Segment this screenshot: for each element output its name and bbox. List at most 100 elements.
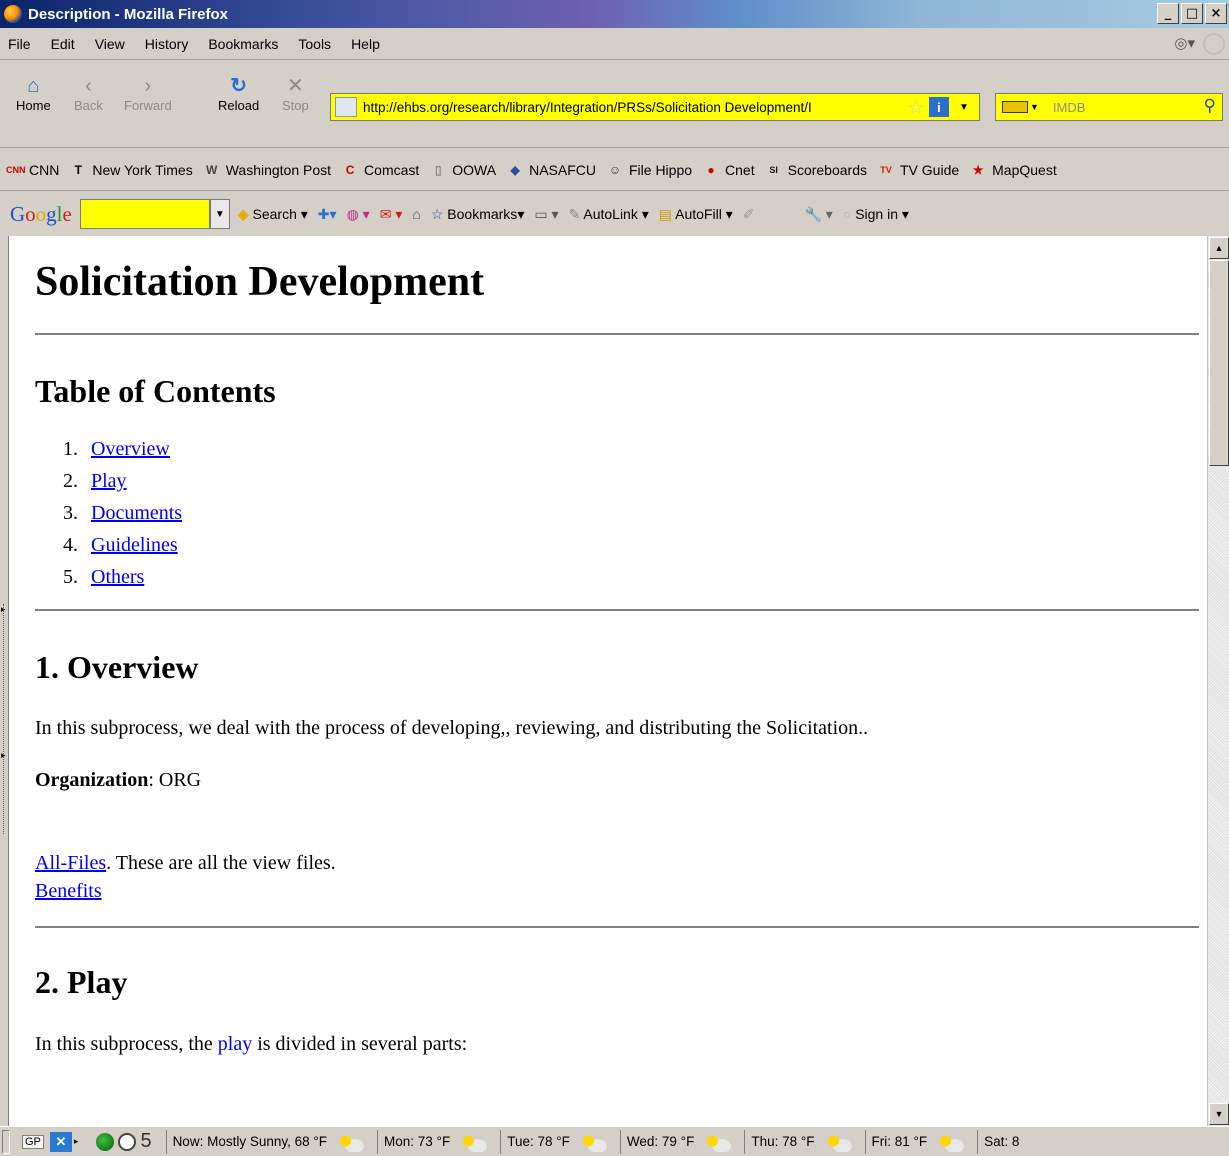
weather-forecast-item[interactable]: Mon: 73 °F xyxy=(377,1129,494,1154)
toc-link-guidelines[interactable]: Guidelines xyxy=(91,534,178,556)
forward-button[interactable]: › Forward xyxy=(124,76,172,113)
maximize-button[interactable]: □ xyxy=(1181,3,1203,24)
bookmark-item[interactable]: ◆ NASAFCU xyxy=(506,161,596,179)
vertical-scrollbar[interactable]: ▲ ▼ xyxy=(1207,236,1229,1126)
pagerank-icon[interactable]: ⌂ xyxy=(412,206,420,222)
menu-help[interactable]: Help xyxy=(351,36,380,52)
partly-sunny-icon xyxy=(822,1131,853,1152)
status-count[interactable]: 5 xyxy=(140,1130,151,1153)
page-viewport: Solicitation Development Table of Conten… xyxy=(8,236,1207,1126)
weather-text: Mon: 73 °F xyxy=(384,1134,451,1149)
engine-dropdown-icon[interactable]: ▼ xyxy=(1030,102,1039,112)
partly-sunny-icon xyxy=(935,1131,966,1152)
close-button[interactable]: × xyxy=(1205,3,1227,24)
gmail-icon[interactable]: ✉ ▾ xyxy=(380,206,403,223)
scroll-up-button[interactable]: ▲ xyxy=(1209,237,1229,259)
url-text[interactable]: http://ehbs.org/research/library/Integra… xyxy=(363,100,903,115)
sidewiki-icon[interactable]: ▭ ▾ xyxy=(534,206,558,223)
menu-bookmarks[interactable]: Bookmarks xyxy=(208,36,278,52)
minimize-button[interactable]: _ xyxy=(1157,3,1179,24)
scroll-thumb[interactable] xyxy=(1209,260,1229,466)
sign-in-button[interactable]: ○ Sign in ▾ xyxy=(843,206,909,223)
autofill-button[interactable]: ▤ AutoFill ▾ xyxy=(659,206,733,223)
autolink-button[interactable]: ✎ AutoLink ▾ xyxy=(569,206,649,223)
bookmark-item[interactable]: C Comcast xyxy=(341,161,420,179)
autolink-label: AutoLink xyxy=(583,205,638,222)
menu-history[interactable]: History xyxy=(145,36,189,52)
cnet-icon: ● xyxy=(707,162,715,177)
bookmark-label: OOWA xyxy=(452,161,497,178)
bookmark-item[interactable]: ● Cnet xyxy=(702,161,754,179)
menu-file[interactable]: File xyxy=(8,36,31,52)
bookmark-item[interactable]: CNN CNN xyxy=(6,161,59,179)
bookmark-item[interactable]: T New York Times xyxy=(69,161,193,179)
highlighter-icon[interactable]: ✐ xyxy=(743,206,755,223)
bookmark-label: New York Times xyxy=(92,161,193,178)
overview-heading: 1. Overview xyxy=(35,649,199,685)
all-files-link[interactable]: All-Files xyxy=(35,852,106,874)
address-bar[interactable]: http://ehbs.org/research/library/Integra… xyxy=(330,93,980,121)
search-icon[interactable]: ⚲ xyxy=(1204,96,1216,116)
reload-label: Reload xyxy=(218,98,260,113)
weather-forecast-item[interactable]: Thu: 78 °F xyxy=(744,1129,858,1154)
add-button-icon[interactable]: ✚▾ xyxy=(318,206,337,223)
back-button[interactable]: ‹ Back xyxy=(74,76,103,113)
xmarks-dropdown-icon[interactable]: ▸ xyxy=(74,1136,79,1147)
search-box[interactable]: ▼ IMDB ⚲ xyxy=(995,93,1223,121)
weather-text: Thu: 78 °F xyxy=(751,1134,815,1149)
google-toolbar: Google ▼ ◈ Search ▾ ✚▾ ◍ ▾ ✉ ▾ ⌂ ☆ Bookm… xyxy=(0,192,1229,236)
popup-blocker-icon[interactable]: ◍ ▾ xyxy=(347,206,370,223)
weather-forecast-item[interactable]: Tue: 78 °F xyxy=(500,1129,614,1154)
bookmark-item[interactable]: TV TV Guide xyxy=(877,161,959,179)
scroll-down-button[interactable]: ▼ xyxy=(1209,1103,1229,1125)
gp-icon[interactable]: GP xyxy=(22,1134,44,1149)
partly-sunny-icon xyxy=(458,1131,489,1152)
site-identity-icon[interactable] xyxy=(335,97,357,117)
bookmark-item[interactable]: ★ MapQuest xyxy=(969,161,1057,179)
user-status-icon[interactable]: ◎▾ xyxy=(1174,34,1195,52)
play-link[interactable]: play xyxy=(218,1033,252,1055)
menu-edit[interactable]: Edit xyxy=(51,36,75,52)
bookmark-item[interactable]: W Washington Post xyxy=(203,161,331,179)
benefits-link[interactable]: Benefits xyxy=(35,880,102,902)
xmarks-icon[interactable]: ✕ xyxy=(49,1131,72,1152)
toc-link-overview[interactable]: Overview xyxy=(91,438,170,460)
toc-link-play[interactable]: Play xyxy=(91,470,127,492)
google-bookmarks-button[interactable]: ☆ Bookmarks▾ xyxy=(431,206,525,223)
sidebar-splitter[interactable]: ▸ ▸ xyxy=(0,236,8,1126)
menu-tools[interactable]: Tools xyxy=(298,36,331,52)
search-placeholder[interactable]: IMDB xyxy=(1053,100,1086,115)
url-dropdown-icon[interactable]: ▼ xyxy=(959,102,969,113)
bookmark-item[interactable]: ▯ OOWA xyxy=(429,161,496,179)
weather-forecast-item[interactable]: Wed: 79 °F xyxy=(619,1129,738,1154)
user-circle-icon: ○ xyxy=(842,205,852,222)
sign-in-label: Sign in xyxy=(855,205,898,222)
bookmark-item[interactable]: SI Scoreboards xyxy=(765,161,867,179)
bookmark-item[interactable]: ☺ File Hippo xyxy=(606,161,692,179)
info-icon[interactable]: i xyxy=(928,97,949,117)
weather-forecast-item[interactable]: Fri: 81 °F xyxy=(864,1129,972,1154)
all-files-text: . These are all the view files. xyxy=(106,852,336,874)
wrench-icon[interactable]: 🔧 ▾ xyxy=(804,206,832,223)
globe-status-icon[interactable] xyxy=(96,1132,115,1151)
google-logo[interactable]: Google xyxy=(10,202,72,227)
menu-view[interactable]: View xyxy=(95,36,125,52)
home-button[interactable]: ⌂ Home xyxy=(16,76,51,113)
toc-link-documents[interactable]: Documents xyxy=(91,502,182,524)
partly-sunny-icon xyxy=(335,1131,366,1152)
imdb-engine-icon[interactable] xyxy=(1002,101,1028,113)
home-label: Home xyxy=(16,98,51,113)
toc-link-others[interactable]: Others xyxy=(91,566,144,588)
bookmark-star-icon[interactable]: ☆ xyxy=(907,95,925,120)
window-controls: _ □ × xyxy=(1157,3,1227,24)
weather-now[interactable]: Now: Mostly Sunny, 68 °F xyxy=(165,1129,371,1154)
weather-forecast-item[interactable]: Sat: 8 xyxy=(977,1129,1019,1154)
google-search-field[interactable] xyxy=(79,199,210,229)
wapo-icon: W xyxy=(206,162,218,177)
reload-button[interactable]: ↻ Reload xyxy=(218,76,259,113)
google-search-button[interactable]: ◈ Search ▾ xyxy=(238,206,308,223)
stop-button[interactable]: ✕ Stop xyxy=(282,76,309,113)
clock-icon[interactable] xyxy=(118,1132,137,1151)
google-search-dropdown-icon[interactable]: ▼ xyxy=(209,199,230,229)
filehippo-icon: ☺ xyxy=(608,162,622,177)
